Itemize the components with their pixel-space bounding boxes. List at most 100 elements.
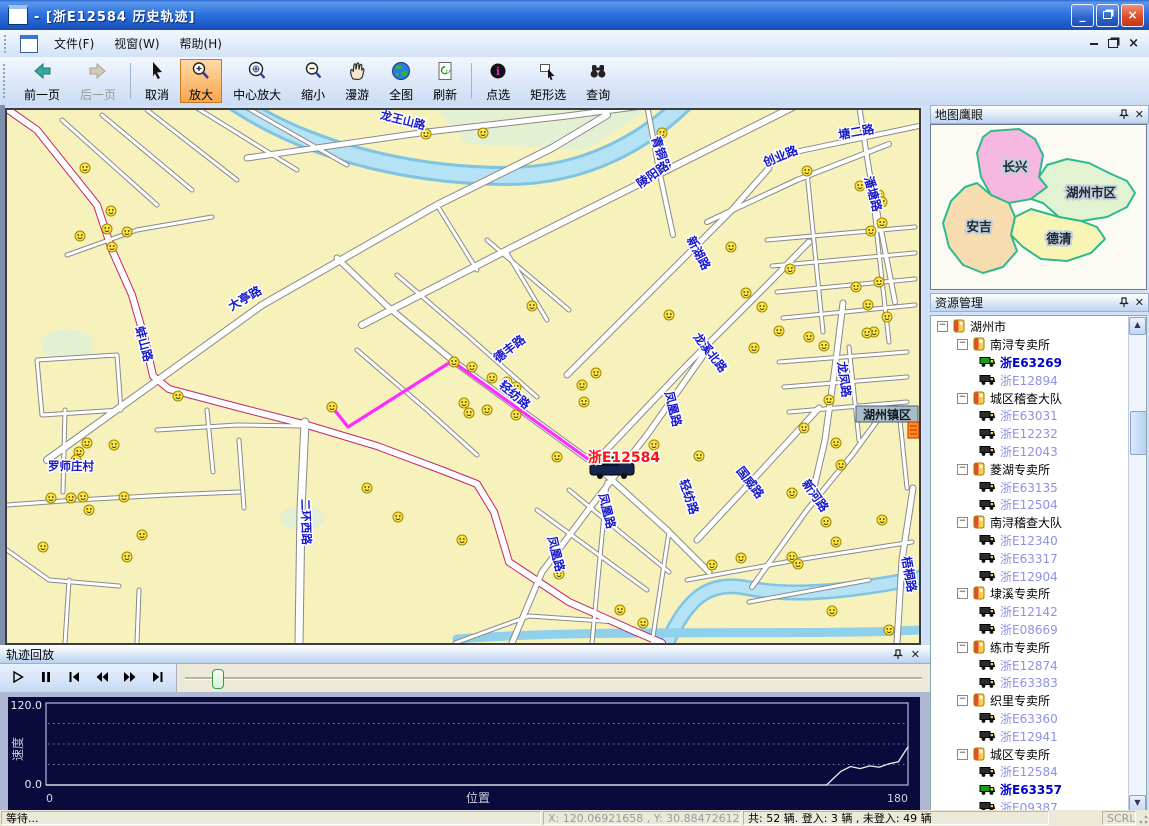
vehicle-marker[interactable] <box>577 380 587 390</box>
collapse-icon[interactable]: − <box>957 588 968 599</box>
close-icon[interactable]: ✕ <box>1135 109 1144 120</box>
vehicle-marker[interactable] <box>787 488 797 498</box>
close-icon[interactable]: ✕ <box>911 649 920 660</box>
tree-vehicle[interactable]: 浙E12232 <box>931 425 1129 443</box>
tree-vehicle[interactable]: 浙E08669 <box>931 621 1129 639</box>
pin-icon[interactable] <box>893 649 903 660</box>
vehicle-marker[interactable] <box>836 460 846 470</box>
tree-vehicle[interactable]: 浙E12941 <box>931 727 1129 745</box>
vehicle-marker[interactable] <box>884 625 894 635</box>
tree-vehicle[interactable]: 浙E63357 <box>931 781 1129 799</box>
vehicle-marker[interactable] <box>106 206 116 216</box>
mdi-close-icon[interactable]: × <box>1128 39 1139 49</box>
vehicle-marker[interactable] <box>478 128 488 138</box>
vehicle-marker[interactable] <box>749 343 759 353</box>
vehicle-marker[interactable] <box>102 224 112 234</box>
tree-scrollbar[interactable]: ▲ ▼ <box>1128 316 1146 814</box>
slider-thumb[interactable] <box>212 669 224 689</box>
vehicle-marker[interactable] <box>449 357 459 367</box>
vehicle-marker[interactable] <box>819 341 829 351</box>
toolbar-button-query-binoculars[interactable]: 查询 <box>577 59 619 103</box>
toolbar-button-rect-select[interactable]: 矩形选 <box>521 59 575 103</box>
first-button[interactable] <box>61 666 87 690</box>
vehicle-marker[interactable] <box>804 332 814 342</box>
vehicle-marker[interactable] <box>726 242 736 252</box>
vehicle-marker[interactable] <box>664 310 674 320</box>
vehicle-marker[interactable] <box>851 282 861 292</box>
map-svg[interactable]: 龙王山路青铜路陵阳路创业路塘二路潘塘路新湖路大亭路德丰路龙溪北路轻纺路轻纺路凤凰… <box>7 110 919 643</box>
playback-slider[interactable] <box>185 664 922 692</box>
tree-group-3[interactable]: −南浔稽查大队 <box>931 514 1129 532</box>
scrollbar-thumb[interactable] <box>1130 411 1147 455</box>
tree-vehicle[interactable]: 浙E63317 <box>931 549 1129 567</box>
vehicle-marker[interactable] <box>46 493 56 503</box>
tree-vehicle[interactable]: 浙E12043 <box>931 443 1129 461</box>
vehicle-marker[interactable] <box>707 560 717 570</box>
collapse-icon[interactable]: − <box>957 339 968 350</box>
pin-icon[interactable] <box>1119 109 1129 120</box>
tree-group-2[interactable]: −菱湖专卖所 <box>931 460 1129 478</box>
vehicle-marker[interactable] <box>122 227 132 237</box>
toolbar-button-center-zoom[interactable]: 中心放大 <box>224 59 290 103</box>
tree-group-4[interactable]: −埭溪专卖所 <box>931 585 1129 603</box>
vehicle-marker[interactable] <box>821 517 831 527</box>
toolbar-button-pan-hand[interactable]: 漫游 <box>336 59 378 103</box>
toolbar-button-prev-page[interactable]: 前一页 <box>15 59 69 103</box>
vehicle-marker[interactable] <box>862 328 872 338</box>
vehicle-marker[interactable] <box>511 410 521 420</box>
vehicle-marker[interactable] <box>82 438 92 448</box>
vehicle-marker[interactable] <box>649 440 659 450</box>
toolbar-button-full-map-globe[interactable]: 全图 <box>380 59 422 103</box>
vehicle-marker[interactable] <box>831 537 841 547</box>
tree-vehicle[interactable]: 浙E12584 <box>931 763 1129 781</box>
vehicle-marker[interactable] <box>327 402 337 412</box>
tree-vehicle[interactable]: 浙E63135 <box>931 478 1129 496</box>
vehicle-marker[interactable] <box>78 492 88 502</box>
tree-vehicle[interactable]: 浙E63360 <box>931 710 1129 728</box>
close-button[interactable]: × <box>1121 4 1144 27</box>
vehicle-marker[interactable] <box>579 397 589 407</box>
toolbar-button-refresh[interactable]: 刷新 <box>424 59 466 103</box>
vehicle-marker[interactable] <box>802 166 812 176</box>
vehicle-marker[interactable] <box>457 535 467 545</box>
vehicle-marker[interactable] <box>109 440 119 450</box>
vehicle-marker[interactable] <box>467 362 477 372</box>
collapse-icon[interactable]: − <box>957 749 968 760</box>
toolbar-button-zoom-in[interactable]: 放大 <box>180 59 222 103</box>
vehicle-marker[interactable] <box>527 301 537 311</box>
vehicle-marker[interactable] <box>638 618 648 628</box>
vehicle-marker[interactable] <box>393 512 403 522</box>
vehicle-marker[interactable] <box>793 559 803 569</box>
vehicle-marker[interactable] <box>119 492 129 502</box>
tree-vehicle[interactable]: 浙E63383 <box>931 674 1129 692</box>
pin-icon[interactable] <box>1119 297 1129 308</box>
scroll-up-icon[interactable]: ▲ <box>1129 317 1146 335</box>
tree-vehicle[interactable]: 浙E63031 <box>931 407 1129 425</box>
tree-vehicle[interactable]: 浙E12874 <box>931 656 1129 674</box>
vehicle-marker[interactable] <box>874 277 884 287</box>
vehicle-marker[interactable] <box>84 505 94 515</box>
vehicle-marker[interactable] <box>464 408 474 418</box>
vehicle-marker[interactable] <box>66 493 76 503</box>
tree-group-6[interactable]: −织里专卖所 <box>931 692 1129 710</box>
vehicle-marker[interactable] <box>882 312 892 322</box>
vehicle-marker[interactable] <box>122 552 132 562</box>
mdi-restore-icon[interactable] <box>1108 39 1118 48</box>
eagle-eye-map[interactable]: 长兴湖州市区安吉德清 <box>930 124 1147 290</box>
tree-vehicle[interactable]: 浙E12340 <box>931 532 1129 550</box>
collapse-icon[interactable]: − <box>957 517 968 528</box>
vehicle-marker[interactable] <box>482 405 492 415</box>
vehicle-marker[interactable] <box>827 606 837 616</box>
close-icon[interactable]: ✕ <box>1135 297 1144 308</box>
play-button[interactable] <box>5 666 31 690</box>
tree-vehicle[interactable]: 浙E12894 <box>931 371 1129 389</box>
toolbar-button-cancel-cursor[interactable]: 取消 <box>136 59 178 103</box>
vehicle-marker[interactable] <box>362 483 372 493</box>
vehicle-marker[interactable] <box>459 398 469 408</box>
vehicle-marker[interactable] <box>741 288 751 298</box>
last-button[interactable] <box>145 666 171 690</box>
rewind-button[interactable] <box>89 666 115 690</box>
toolbar-grip[interactable] <box>3 64 10 98</box>
tree-root[interactable]: −湖州市 <box>931 318 1129 336</box>
vehicle-marker[interactable] <box>75 231 85 241</box>
